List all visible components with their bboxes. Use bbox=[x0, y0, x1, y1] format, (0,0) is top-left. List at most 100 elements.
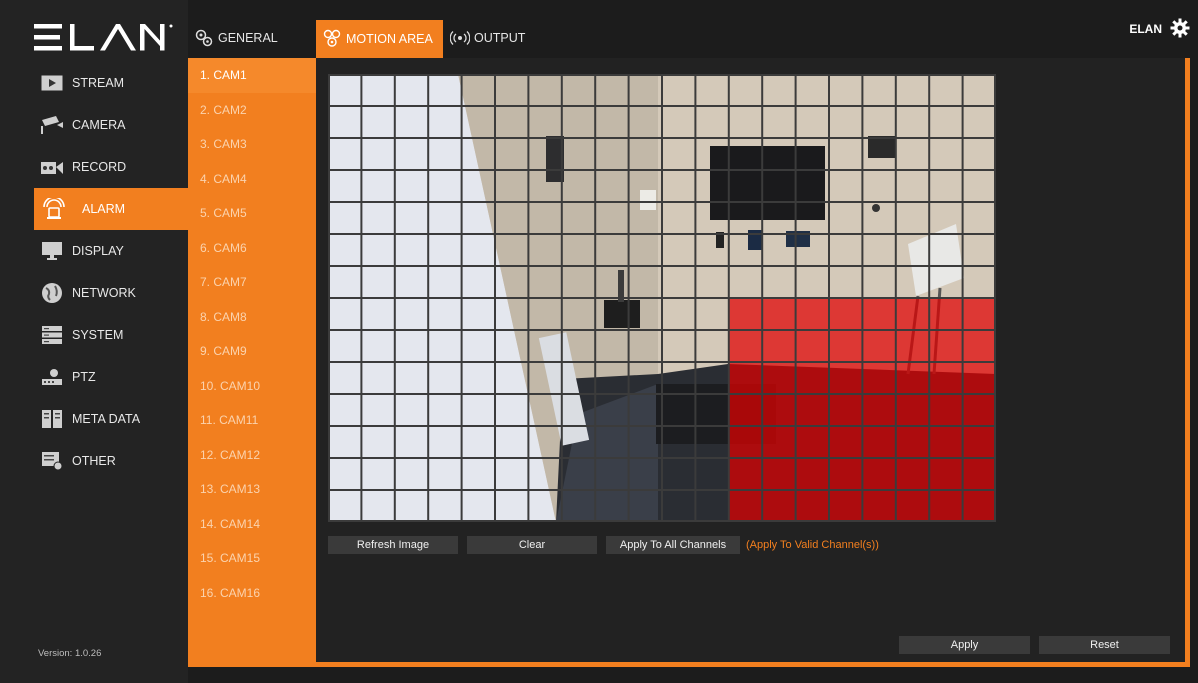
sidebar-item-system[interactable]: SYSTEM bbox=[0, 314, 188, 356]
motion-cell-selected[interactable] bbox=[762, 394, 796, 426]
motion-cell-selected[interactable] bbox=[862, 426, 896, 458]
channel-item[interactable]: 16. CAM16 bbox=[188, 576, 316, 611]
motion-cell-selected[interactable] bbox=[728, 298, 763, 330]
sidebar-nav: STREAM CAMERA RECORD ALARM DISPLAY NETWO… bbox=[0, 62, 188, 482]
motion-cell-selected[interactable] bbox=[829, 330, 863, 362]
channel-item[interactable]: 10. CAM10 bbox=[188, 369, 316, 404]
motion-cell-selected[interactable] bbox=[795, 490, 829, 522]
sidebar-item-meta-data[interactable]: META DATA bbox=[0, 398, 188, 440]
motion-cell-selected[interactable] bbox=[829, 490, 863, 522]
motion-cell-selected[interactable] bbox=[728, 490, 763, 522]
reset-button[interactable]: Reset bbox=[1039, 636, 1170, 654]
motion-cell-selected[interactable] bbox=[895, 330, 930, 362]
motion-cell-selected[interactable] bbox=[728, 426, 763, 458]
motion-cell-selected[interactable] bbox=[762, 490, 796, 522]
apply-button[interactable]: Apply bbox=[899, 636, 1030, 654]
motion-cell-selected[interactable] bbox=[929, 298, 963, 330]
channel-item[interactable]: 5. CAM5 bbox=[188, 196, 316, 231]
sidebar-item-other[interactable]: OTHER bbox=[0, 440, 188, 482]
motion-cell-selected[interactable] bbox=[862, 394, 896, 426]
motion-cell-selected[interactable] bbox=[929, 458, 963, 490]
motion-cell-selected[interactable] bbox=[929, 426, 963, 458]
motion-cell-selected[interactable] bbox=[829, 394, 863, 426]
motion-cell-selected[interactable] bbox=[895, 394, 930, 426]
channel-item[interactable]: 12. CAM12 bbox=[188, 438, 316, 473]
motion-cell-selected[interactable] bbox=[762, 426, 796, 458]
record-icon bbox=[40, 157, 64, 177]
motion-cell-selected[interactable] bbox=[829, 362, 863, 394]
sidebar-item-ptz[interactable]: PTZ bbox=[0, 356, 188, 398]
motion-cell-selected[interactable] bbox=[795, 298, 829, 330]
channel-item[interactable]: 15. CAM15 bbox=[188, 541, 316, 576]
apply-to-all-channels-button[interactable]: Apply To All Channels bbox=[606, 536, 740, 554]
sidebar-item-alarm[interactable]: ALARM bbox=[34, 188, 188, 230]
motion-cell-selected[interactable] bbox=[962, 362, 996, 394]
motion-cell-selected[interactable] bbox=[929, 330, 963, 362]
refresh-image-button[interactable]: Refresh Image bbox=[328, 536, 458, 554]
motion-cell-selected[interactable] bbox=[862, 362, 896, 394]
other-icon bbox=[40, 451, 64, 471]
motion-cell-selected[interactable] bbox=[862, 458, 896, 490]
motion-cell-selected[interactable] bbox=[895, 426, 930, 458]
tab-label: OUTPUT bbox=[474, 31, 526, 45]
motion-cell-selected[interactable] bbox=[962, 394, 996, 426]
motion-cell-selected[interactable] bbox=[795, 362, 829, 394]
channel-item[interactable]: 4. CAM4 bbox=[188, 162, 316, 197]
channel-item[interactable]: 8. CAM8 bbox=[188, 300, 316, 335]
tab-output[interactable]: OUTPUT bbox=[450, 20, 525, 56]
motion-cell-selected[interactable] bbox=[895, 458, 930, 490]
motion-cell-selected[interactable] bbox=[929, 362, 963, 394]
motion-cell-selected[interactable] bbox=[795, 426, 829, 458]
tab-motion-area[interactable]: MOTION AREA bbox=[316, 20, 443, 58]
channel-item[interactable]: 6. CAM6 bbox=[188, 231, 316, 266]
motion-cell-selected[interactable] bbox=[829, 426, 863, 458]
channel-item[interactable]: 1. CAM1 bbox=[188, 58, 316, 93]
sidebar-item-stream[interactable]: STREAM bbox=[0, 62, 188, 104]
motion-cell-selected[interactable] bbox=[795, 394, 829, 426]
sidebar-item-network[interactable]: NETWORK bbox=[0, 272, 188, 314]
sidebar-item-record[interactable]: RECORD bbox=[0, 146, 188, 188]
tab-general[interactable]: GENERAL bbox=[194, 20, 278, 56]
motion-cell-selected[interactable] bbox=[895, 298, 930, 330]
motion-cell-selected[interactable] bbox=[795, 458, 829, 490]
motion-cell-selected[interactable] bbox=[829, 458, 863, 490]
motion-cell-selected[interactable] bbox=[762, 458, 796, 490]
motion-cell-selected[interactable] bbox=[728, 330, 763, 362]
motion-cell-selected[interactable] bbox=[929, 394, 963, 426]
main-panel: 1. CAM1 2. CAM2 3. CAM3 4. CAM4 5. CAM5 … bbox=[188, 58, 1190, 667]
gear-icon[interactable] bbox=[1170, 18, 1190, 38]
motion-cell-selected[interactable] bbox=[795, 330, 829, 362]
camera-preview[interactable] bbox=[328, 74, 996, 522]
channel-item[interactable]: 7. CAM7 bbox=[188, 265, 316, 300]
channel-item[interactable]: 2. CAM2 bbox=[188, 93, 316, 128]
channel-item[interactable]: 9. CAM9 bbox=[188, 334, 316, 369]
channel-item[interactable]: 14. CAM14 bbox=[188, 507, 316, 542]
monitor-icon bbox=[40, 241, 64, 261]
motion-cell-selected[interactable] bbox=[895, 362, 930, 394]
motion-cell-selected[interactable] bbox=[962, 330, 996, 362]
channel-item[interactable]: 3. CAM3 bbox=[188, 127, 316, 162]
motion-cell-selected[interactable] bbox=[762, 330, 796, 362]
motion-cell-selected[interactable] bbox=[862, 490, 896, 522]
motion-cell-selected[interactable] bbox=[728, 394, 763, 426]
channel-item[interactable]: 11. CAM11 bbox=[188, 403, 316, 438]
motion-cell-selected[interactable] bbox=[962, 298, 996, 330]
motion-cell-selected[interactable] bbox=[728, 458, 763, 490]
motion-cell-selected[interactable] bbox=[762, 362, 796, 394]
channel-item[interactable]: 13. CAM13 bbox=[188, 472, 316, 507]
motion-cell-selected[interactable] bbox=[962, 490, 996, 522]
motion-cell-selected[interactable] bbox=[962, 426, 996, 458]
sidebar-item-display[interactable]: DISPLAY bbox=[0, 230, 188, 272]
server-icon bbox=[40, 325, 64, 345]
motion-cell-selected[interactable] bbox=[862, 330, 896, 362]
motion-cell-selected[interactable] bbox=[895, 490, 930, 522]
clear-button[interactable]: Clear bbox=[467, 536, 597, 554]
motion-cell-selected[interactable] bbox=[762, 298, 796, 330]
motion-cell-selected[interactable] bbox=[929, 490, 963, 522]
motion-cell-selected[interactable] bbox=[728, 362, 763, 394]
motion-grid[interactable] bbox=[328, 74, 996, 522]
motion-cell-selected[interactable] bbox=[962, 458, 996, 490]
sidebar-item-camera[interactable]: CAMERA bbox=[0, 104, 188, 146]
motion-cell-selected[interactable] bbox=[862, 298, 896, 330]
motion-cell-selected[interactable] bbox=[829, 298, 863, 330]
